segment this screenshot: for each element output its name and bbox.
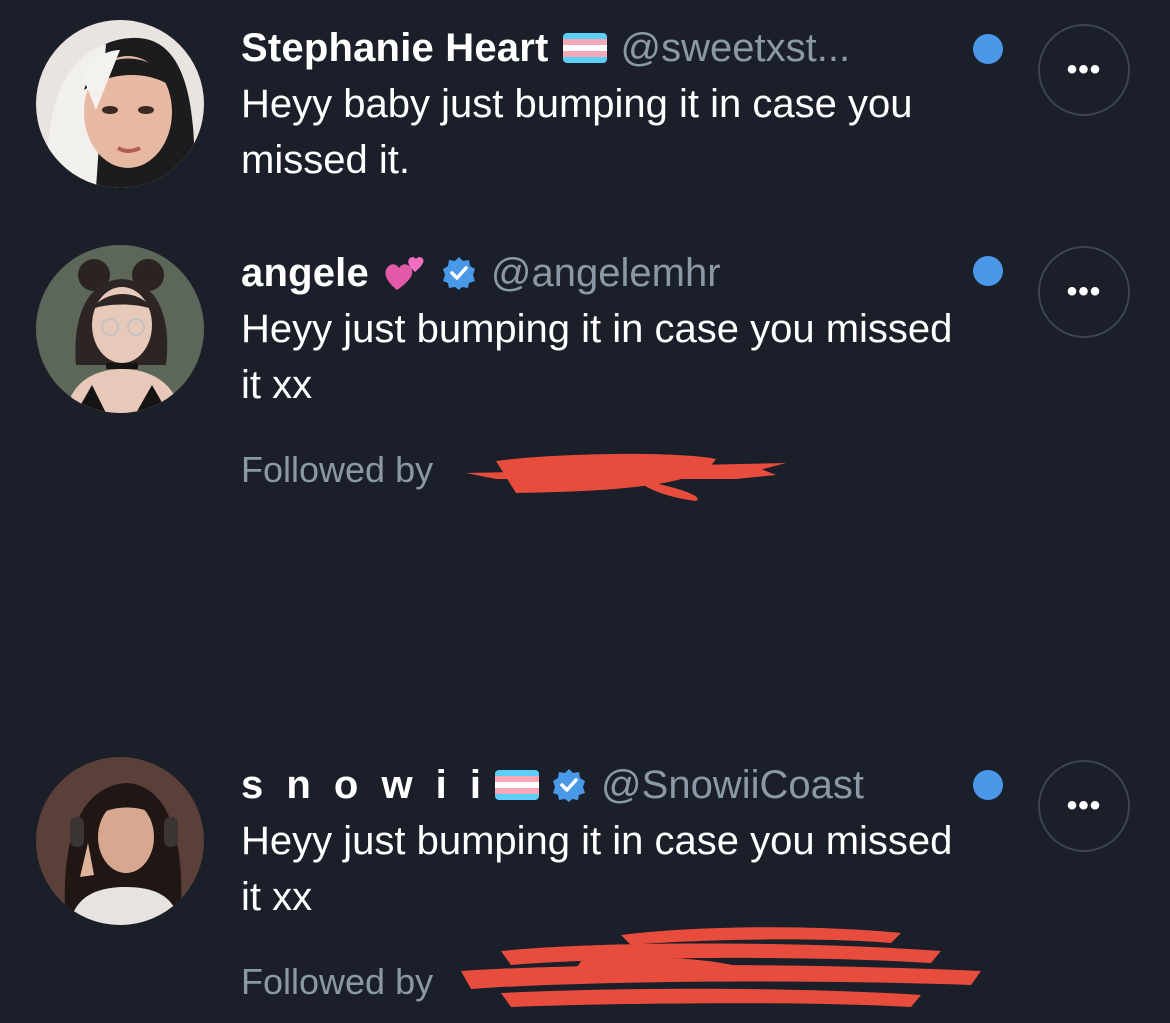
sender-name[interactable]: angele bbox=[241, 251, 369, 296]
message-preview: Heyy just bumping it in case you missed … bbox=[241, 307, 953, 407]
followed-by-label: Followed by bbox=[241, 449, 434, 490]
more-options-button[interactable]: ••• bbox=[1038, 760, 1130, 852]
followed-by-label: Followed by bbox=[241, 961, 434, 1002]
message-content: Stephanie Heart @sweetxst... Heyy baby j… bbox=[241, 20, 961, 188]
list-item[interactable]: angele @angelemhr Heyy just bumping it i… bbox=[0, 230, 1170, 610]
avatar[interactable] bbox=[36, 20, 204, 188]
message-requests-list: Stephanie Heart @sweetxst... Heyy baby j… bbox=[0, 0, 1170, 1023]
trans-flag-icon bbox=[495, 770, 540, 800]
message-header: s n o w i i @SnowiiCoast bbox=[241, 757, 961, 813]
message-preview: Heyy baby just bumping it in case you mi… bbox=[241, 82, 913, 182]
message-header: Stephanie Heart @sweetxst... bbox=[241, 20, 961, 76]
message-preview: Heyy just bumping it in case you missed … bbox=[241, 819, 953, 919]
sender-name[interactable]: s n o w i i bbox=[241, 763, 487, 808]
avatar-image-snowii bbox=[36, 757, 204, 925]
sender-handle: @angelemhr bbox=[490, 250, 721, 295]
sender-name[interactable]: Stephanie Heart bbox=[241, 26, 549, 71]
sender-handle: @sweetxst... bbox=[620, 25, 851, 70]
list-item[interactable]: Stephanie Heart @sweetxst... Heyy baby j… bbox=[0, 0, 1170, 230]
sender-handle: @SnowiiCoast bbox=[601, 762, 864, 807]
more-options-button[interactable]: ••• bbox=[1038, 24, 1130, 116]
avatar-image-angele bbox=[36, 245, 204, 413]
two-hearts-emoji-icon bbox=[383, 250, 429, 296]
unread-indicator bbox=[973, 256, 1003, 286]
more-options-button[interactable]: ••• bbox=[1038, 246, 1130, 338]
followed-by-text: Followed by bbox=[241, 449, 961, 501]
redaction-scribble bbox=[466, 453, 786, 501]
redaction-scribble bbox=[461, 927, 981, 1007]
message-header: angele @angelemhr bbox=[241, 245, 961, 301]
verified-badge-icon bbox=[551, 767, 587, 803]
unread-indicator bbox=[973, 770, 1003, 800]
verified-badge-icon bbox=[441, 255, 477, 291]
avatar[interactable] bbox=[36, 245, 204, 413]
list-item[interactable]: s n o w i i @SnowiiCoast Heyy just bumpi… bbox=[0, 740, 1170, 1023]
unread-indicator bbox=[973, 34, 1003, 64]
avatar-image-stephanie bbox=[36, 20, 204, 188]
trans-flag-icon bbox=[562, 33, 607, 63]
message-content: angele @angelemhr Heyy just bumping it i… bbox=[241, 245, 961, 501]
message-content: s n o w i i @SnowiiCoast Heyy just bumpi… bbox=[241, 757, 981, 1011]
followed-by-text: Followed by bbox=[241, 927, 981, 1011]
avatar[interactable] bbox=[36, 757, 204, 925]
